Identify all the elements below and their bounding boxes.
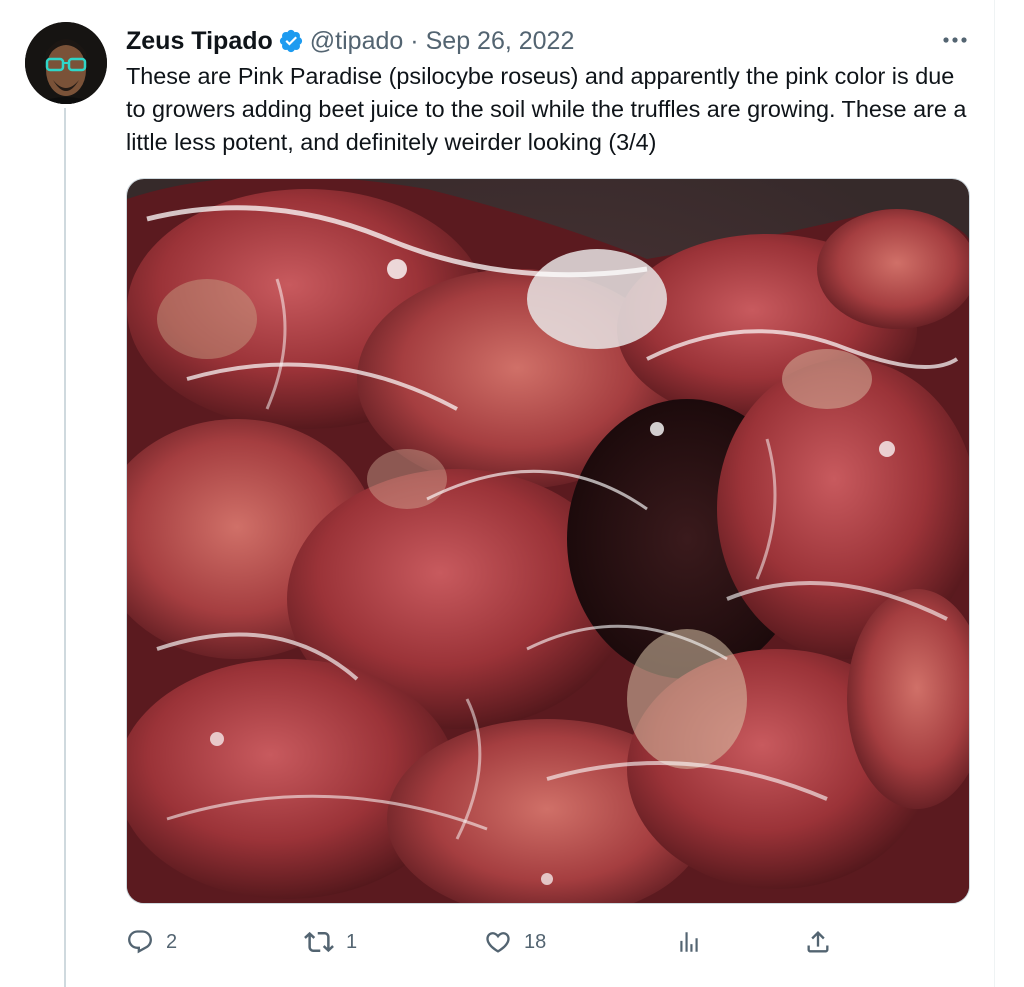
author-handle[interactable]: @tipado [310,27,404,56]
analytics-icon [680,932,698,952]
tweet-action-bar: 2 1 18 [126,920,971,964]
header-separator: · [410,26,419,55]
more-options-button[interactable] [940,28,970,52]
author-display-name[interactable]: Zeus Tipado [126,27,273,56]
avatar-image [25,22,107,104]
reply-count: 2 [166,930,178,953]
tweet-date[interactable]: Sep 26, 2022 [426,27,575,56]
verified-badge-icon [278,28,304,54]
retweet-button[interactable]: 1 [304,920,357,964]
reply-button[interactable]: 2 [126,920,177,964]
avatar[interactable] [25,22,107,104]
retweet-count: 1 [346,930,358,953]
pink-truffles-photo [127,179,969,903]
share-icon [807,931,829,953]
thread-connector-line [64,108,66,987]
retweet-icon [304,931,334,953]
like-button[interactable]: 18 [484,920,546,964]
timeline-border [994,0,995,987]
like-count: 18 [524,930,547,953]
tweet-header: Zeus Tipado @tipado · Sep 26, 2022 [126,24,574,58]
tweet-page: Zeus Tipado @tipado · Sep 26, 2022 These… [0,0,1024,987]
heart-icon [486,932,510,953]
tweet-text: These are Pink Paradise (psilocybe roseu… [126,63,967,155]
more-icon [943,37,967,43]
tweet-photo[interactable] [126,178,970,904]
reply-icon [128,930,152,954]
share-button[interactable] [804,920,832,964]
views-button[interactable] [676,920,702,964]
